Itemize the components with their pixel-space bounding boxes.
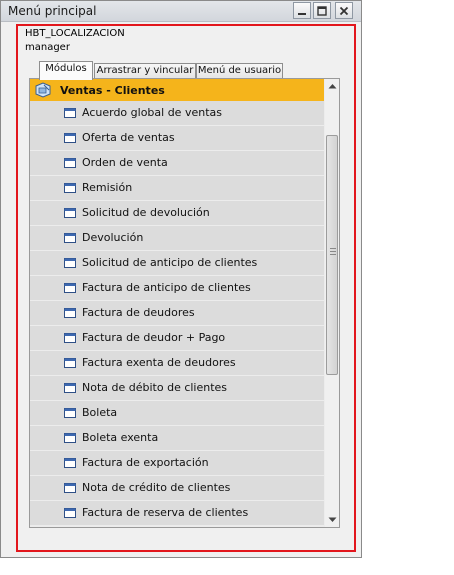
form-icon (64, 233, 76, 243)
list-item[interactable]: Nota de débito de clientes (30, 376, 324, 400)
form-icon (64, 133, 76, 143)
grip-icon (330, 248, 336, 255)
list-item[interactable]: Factura de reserva de clientes (30, 501, 324, 525)
form-icon (64, 208, 76, 218)
vertical-scrollbar[interactable] (325, 79, 339, 527)
tab-modulos[interactable]: Módulos (39, 61, 93, 80)
maximize-icon (317, 5, 327, 16)
list-item-label: Remisión (82, 181, 133, 194)
form-icon (64, 458, 76, 468)
sales-module-icon (35, 82, 51, 98)
tab-arrastrar-label: Arrastrar y vincular (96, 65, 194, 76)
maximize-button[interactable] (313, 2, 331, 19)
scroll-down-button[interactable] (325, 513, 339, 527)
list-item[interactable]: Orden de venta (30, 151, 324, 175)
menu-content-area: HBT_LOCALIZACION manager Módulos Arrastr… (16, 24, 356, 552)
form-icon (64, 508, 76, 518)
list-item[interactable]: Factura de exportación (30, 451, 324, 475)
scroll-up-icon (328, 84, 336, 89)
form-icon (64, 108, 76, 118)
form-icon (64, 333, 76, 343)
form-icon (64, 483, 76, 493)
main-menu-window: Menú principal HBT_LOCALIZACION manager … (0, 0, 362, 558)
list-item-label: Devolución (82, 231, 144, 244)
minimize-button[interactable] (293, 2, 311, 19)
tab-menu-usuario-label: Menú de usuario (197, 65, 282, 76)
form-icon (64, 358, 76, 368)
list-item-label: Factura de deudor + Pago (82, 331, 226, 344)
module-header-ventas-clientes[interactable]: Ventas - Clientes (30, 79, 324, 101)
form-icon (64, 258, 76, 268)
close-button[interactable] (335, 2, 353, 19)
tab-menu-de-usuario[interactable]: Menú de usuario (196, 63, 283, 79)
list-item-label: Acuerdo global de ventas (82, 106, 222, 119)
list-item-label: Boleta (82, 406, 118, 419)
list-item-label: Factura de reserva de clientes (82, 506, 249, 519)
list-item[interactable]: Solicitud de anticipo de clientes (30, 251, 324, 275)
module-item-list: Acuerdo global de ventas Oferta de ventas… (30, 101, 324, 526)
list-item-label: Boleta exenta (82, 431, 159, 444)
list-item[interactable]: Oferta de ventas (30, 126, 324, 150)
list-item[interactable]: Devolución (30, 226, 324, 250)
window-title: Menú principal (8, 4, 97, 18)
list-item-label: Oferta de ventas (82, 131, 175, 144)
form-icon (64, 183, 76, 193)
list-item[interactable]: Boleta exenta (30, 426, 324, 450)
form-icon (64, 383, 76, 393)
list-item[interactable]: Factura de deudor + Pago (30, 326, 324, 350)
module-header-label: Ventas - Clientes (60, 83, 165, 97)
list-item[interactable]: Nota de crédito de clientes (30, 476, 324, 500)
list-item-label: Factura exenta de deudores (82, 356, 236, 369)
list-item-label: Nota de débito de clientes (82, 381, 228, 394)
list-item[interactable]: Factura de anticipo de clientes (30, 276, 324, 300)
close-icon (339, 6, 349, 15)
title-bar[interactable]: Menú principal (1, 1, 361, 22)
list-item[interactable]: Solicitud de devolución (30, 201, 324, 225)
list-item[interactable]: Factura exenta de deudores (30, 351, 324, 375)
list-item-label: Solicitud de devolución (82, 206, 210, 219)
company-name: HBT_LOCALIZACION (25, 28, 125, 39)
scroll-down-icon (328, 517, 336, 522)
form-icon (64, 433, 76, 443)
list-item[interactable]: Boleta (30, 401, 324, 425)
list-item[interactable]: Acuerdo global de ventas (30, 101, 324, 125)
list-item-label: Factura de deudores (82, 306, 195, 319)
scroll-up-button[interactable] (325, 79, 339, 93)
list-item-label: Solicitud de anticipo de clientes (82, 256, 258, 269)
list-item[interactable]: Remisión (30, 176, 324, 200)
list-item-label: Nota de crédito de clientes (82, 481, 231, 494)
tab-arrastrar-y-vincular[interactable]: Arrastrar y vincular (94, 63, 196, 79)
list-item-label: Factura de exportación (82, 456, 209, 469)
minimize-icon (298, 12, 306, 15)
form-icon (64, 308, 76, 318)
scroll-thumb[interactable] (326, 135, 338, 375)
form-icon (64, 158, 76, 168)
list-item[interactable]: Factura de deudores (30, 301, 324, 325)
form-icon (64, 408, 76, 418)
list-item-label: Orden de venta (82, 156, 168, 169)
tab-modulos-label: Módulos (45, 63, 87, 74)
form-icon (64, 283, 76, 293)
list-item-label: Factura de anticipo de clientes (82, 281, 251, 294)
user-name: manager (25, 42, 70, 53)
